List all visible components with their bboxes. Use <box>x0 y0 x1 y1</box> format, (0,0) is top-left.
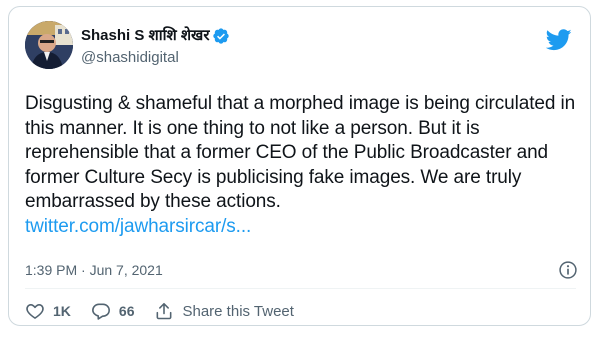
verified-badge-icon <box>212 27 230 45</box>
tweet-card[interactable]: Shashi S शाशि शेखर @shashidigital Disgus… <box>8 6 591 326</box>
avatar[interactable] <box>25 21 73 69</box>
share-button[interactable]: Share this Tweet <box>154 301 294 321</box>
reply-bubble-icon <box>91 303 110 320</box>
like-count: 1K <box>53 303 71 319</box>
tweet-actions: 1K 66 Share this Tweet <box>25 299 314 323</box>
tweet-body: Disgusting & shameful that a morphed ima… <box>25 93 576 212</box>
avatar-image <box>25 21 73 69</box>
like-button[interactable]: 1K <box>25 301 71 321</box>
tweet-meta-row: 1:39 PM · Jun 7, 2021 <box>25 259 578 281</box>
author-handle[interactable]: @shashidigital <box>81 49 179 67</box>
tweet-link[interactable]: twitter.com/jawharsircar/s... <box>25 215 580 240</box>
author-display-name[interactable]: Shashi S शाशि शेखर <box>81 26 209 46</box>
author-name-row[interactable]: Shashi S शाशि शेखर <box>81 26 230 46</box>
share-label: Share this Tweet <box>182 302 294 320</box>
reply-button[interactable]: 66 <box>91 301 135 321</box>
twitter-bird-icon[interactable] <box>545 29 572 51</box>
tweet-text: Disgusting & shameful that a morphed ima… <box>25 92 580 239</box>
tweet-timestamp[interactable]: 1:39 PM · Jun 7, 2021 <box>25 262 163 278</box>
reply-count: 66 <box>118 303 135 319</box>
info-icon[interactable] <box>558 260 578 280</box>
actions-divider <box>25 288 576 289</box>
heart-icon <box>26 304 44 319</box>
share-upload-icon <box>157 302 172 320</box>
